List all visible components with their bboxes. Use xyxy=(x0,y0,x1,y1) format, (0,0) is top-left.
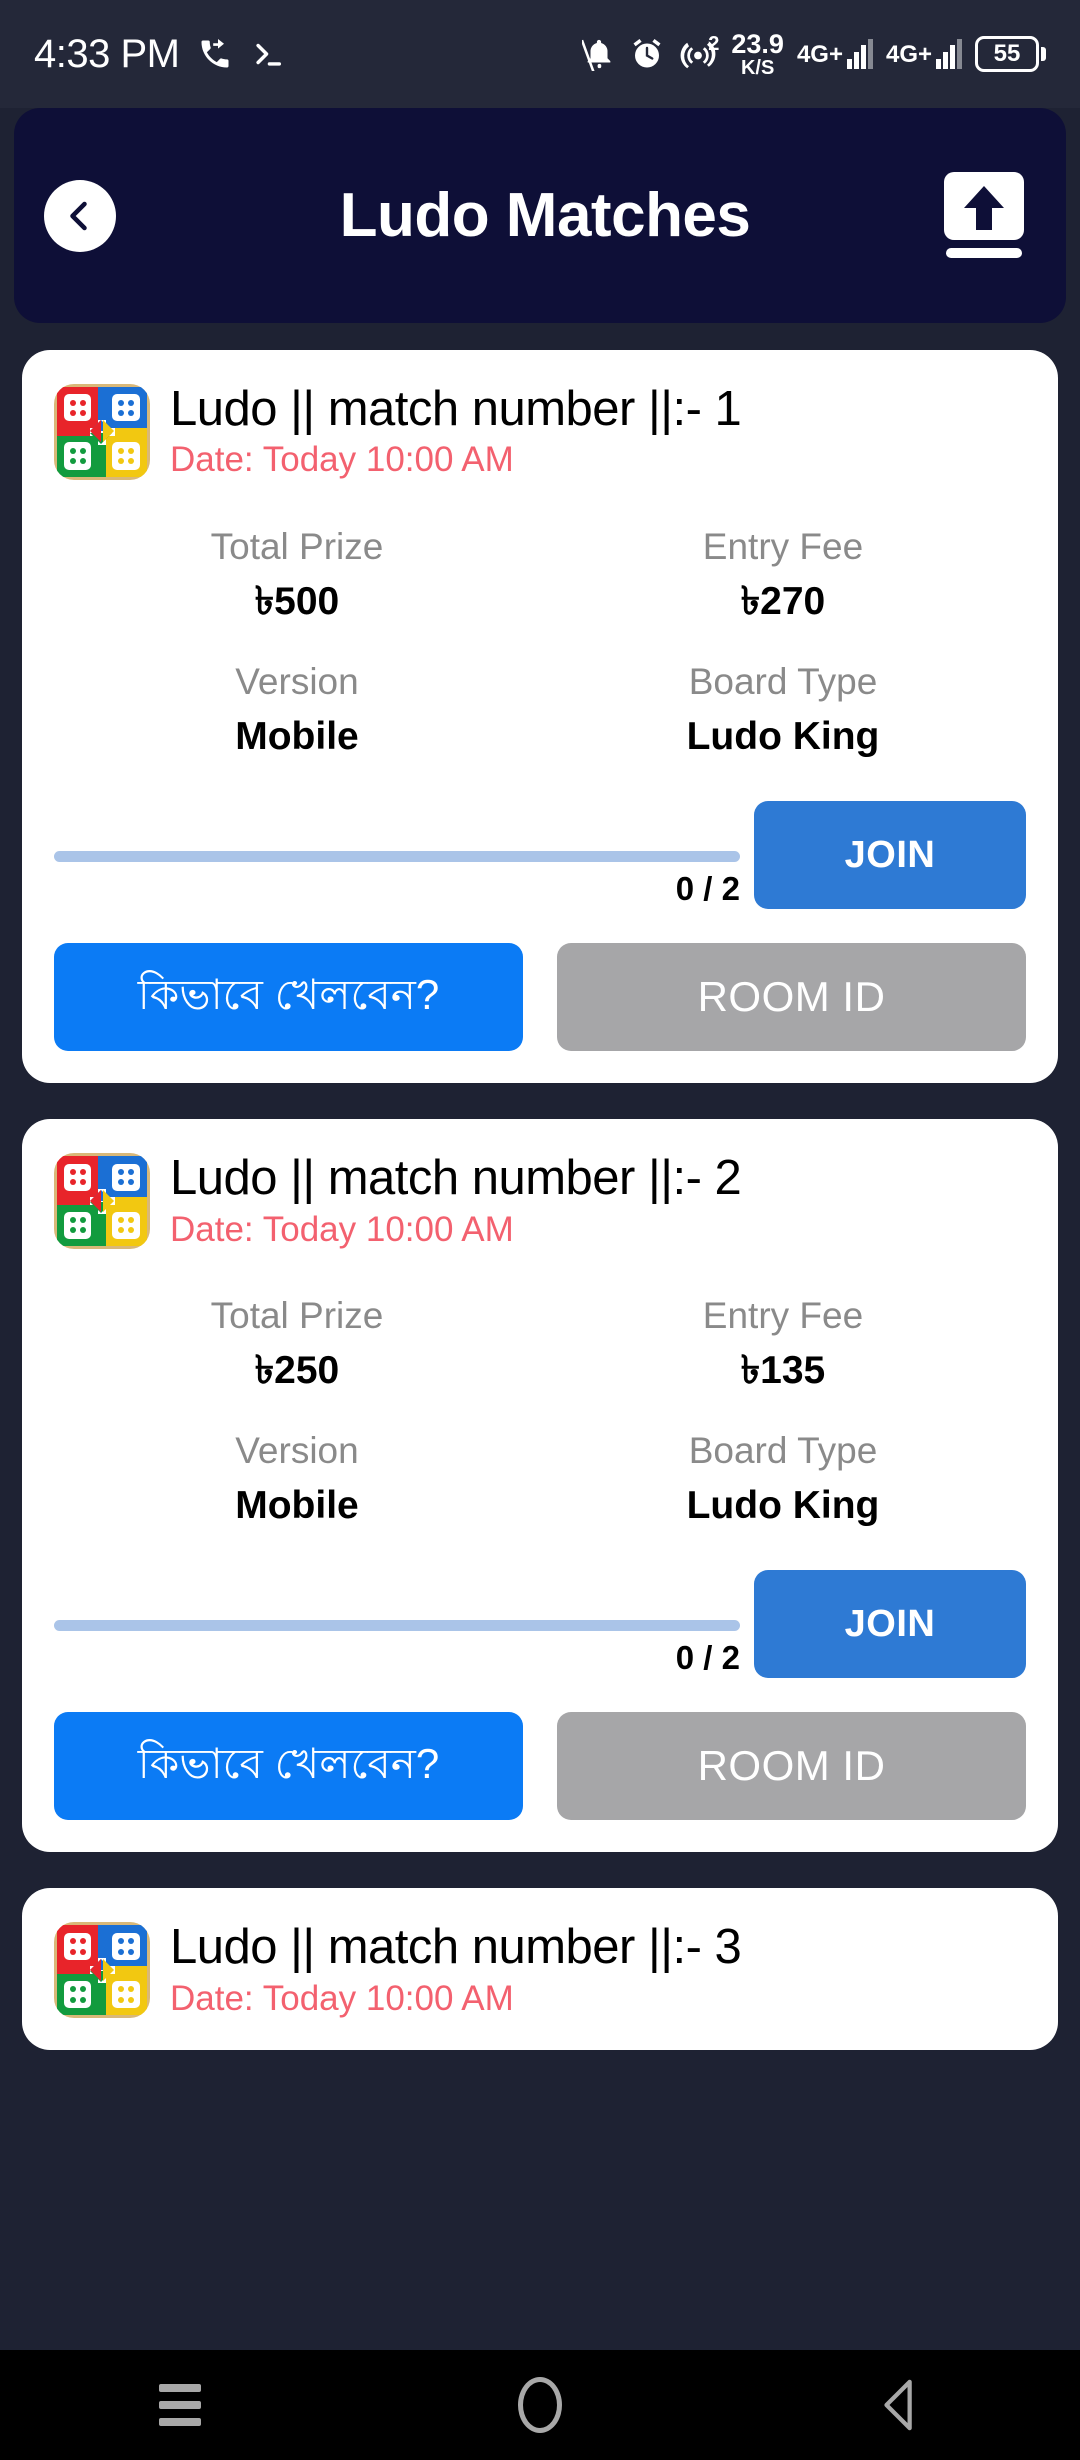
ludo-board-icon xyxy=(54,1153,150,1250)
match-title: Ludo || match number ||:- 3 xyxy=(170,1920,742,1975)
match-card-header: Ludo || match number ||:- 2 Date: Today … xyxy=(54,1151,1026,1250)
join-button[interactable]: JOIN xyxy=(754,1570,1026,1679)
entry-fee-label: Entry Fee xyxy=(702,1295,864,1337)
slot-progress-track xyxy=(54,1620,740,1632)
upload-icon xyxy=(944,171,1024,258)
match-date: Date: Today 10:00 AM xyxy=(170,1978,514,2018)
match-date: Date: Today 10:00 AM xyxy=(170,440,514,480)
nav-home-button[interactable] xyxy=(480,2350,600,2460)
network-speed: 23.9 K/S xyxy=(731,28,784,79)
page-title: Ludo Matches xyxy=(339,181,751,250)
upload-button[interactable] xyxy=(940,170,1028,262)
total-prize-value: ৳250 xyxy=(254,1349,340,1393)
circle-icon xyxy=(518,2377,562,2433)
status-bar-left: 4:33 PM xyxy=(34,32,285,77)
total-prize-label: Total Prize xyxy=(210,1295,384,1337)
match-card-header: Ludo || match number ||:- 1 Date: Today … xyxy=(54,382,1026,480)
how-to-play-button[interactable]: কিভাবে খেলবেন? xyxy=(54,943,523,1052)
call-forward-icon xyxy=(201,39,229,68)
version-label: Version xyxy=(235,660,359,702)
nav-recents-button[interactable] xyxy=(120,2350,240,2460)
ludo-board-icon xyxy=(54,1922,150,2019)
chevron-left-icon xyxy=(70,201,87,230)
entry-fee-label: Entry Fee xyxy=(702,526,864,567)
match-progress-row: 0 / 2 JOIN xyxy=(54,801,1026,910)
slot-progress-track xyxy=(54,851,740,863)
battery-indicator: 55 xyxy=(975,36,1046,72)
sim2-network-label: 4G+ xyxy=(885,41,932,68)
battery-cap xyxy=(1041,47,1046,61)
match-action-row: কিভাবে খেলবেন? ROOM ID xyxy=(54,1712,1026,1821)
board-type-label: Board Type xyxy=(688,1429,878,1471)
phone-screen: 4:33 PM 2 23.9 K/S 4G+ 4G+ 55 Ludo Match… xyxy=(0,0,1080,2460)
menu-icon xyxy=(159,2384,201,2426)
back-button[interactable] xyxy=(44,179,116,252)
signal-sim2: 4G+ xyxy=(886,39,962,69)
bell-off-icon xyxy=(582,39,611,71)
match-action-row: কিভাবে খেলবেন? ROOM ID xyxy=(54,943,1026,1052)
terminal-icon xyxy=(256,43,282,66)
hotspot-badge: 2 xyxy=(708,33,720,55)
join-button[interactable]: JOIN xyxy=(754,801,1026,910)
slot-progress: 0 / 2 xyxy=(54,851,754,909)
match-progress-row: 0 / 2 JOIN xyxy=(54,1570,1026,1679)
network-speed-unit: K/S xyxy=(740,56,775,79)
status-bar-right: 2 23.9 K/S 4G+ 4G+ 55 xyxy=(582,28,1046,79)
board-type-label: Board Type xyxy=(688,660,878,702)
sim1-network-label: 4G+ xyxy=(796,41,843,68)
triangle-back-icon xyxy=(884,2379,912,2431)
status-bar: 4:33 PM 2 23.9 K/S 4G+ 4G+ 55 xyxy=(0,0,1080,108)
match-stats: Total Prize Entry Fee ৳250 ৳135 Version … xyxy=(54,1291,1026,1532)
match-card-header: Ludo || match number ||:- 3 Date: Today … xyxy=(54,1920,1026,2019)
match-list[interactable]: Ludo || match number ||:- 1 Date: Today … xyxy=(0,350,1080,2360)
total-prize-value: ৳500 xyxy=(254,579,340,623)
total-prize-label: Total Prize xyxy=(210,526,384,567)
slot-count: 0 / 2 xyxy=(675,1639,740,1677)
status-bar-clock: 4:33 PM xyxy=(34,31,180,76)
match-stats: Total Prize Entry Fee ৳500 ৳270 Version … xyxy=(54,522,1026,763)
match-title: Ludo || match number ||:- 1 xyxy=(170,382,742,437)
app-bar: Ludo Matches xyxy=(14,108,1066,323)
entry-fee-value: ৳270 xyxy=(740,579,826,623)
version-value: Mobile xyxy=(235,1483,359,1527)
slot-progress: 0 / 2 xyxy=(54,1620,754,1678)
signal-sim1: 4G+ xyxy=(797,39,873,69)
hotspot-icon-wrap: 2 xyxy=(678,33,720,72)
match-title: Ludo || match number ||:- 2 xyxy=(170,1151,742,1206)
sim2-signal-bars xyxy=(936,39,962,69)
sim1-signal-bars xyxy=(846,39,873,69)
match-card[interactable]: Ludo || match number ||:- 2 Date: Today … xyxy=(22,1119,1058,1853)
board-type-value: Ludo King xyxy=(686,1483,880,1527)
version-label: Version xyxy=(235,1429,359,1471)
match-card-titles: Ludo || match number ||:- 3 Date: Today … xyxy=(170,1920,1026,2018)
board-type-value: Ludo King xyxy=(686,714,880,758)
system-nav-bar xyxy=(0,2350,1080,2460)
match-card[interactable]: Ludo || match number ||:- 3 Date: Today … xyxy=(22,1888,1058,2051)
room-id-button[interactable]: ROOM ID xyxy=(557,1712,1026,1821)
alarm-icon xyxy=(633,39,661,68)
entry-fee-value: ৳135 xyxy=(740,1349,826,1393)
match-card[interactable]: Ludo || match number ||:- 1 Date: Today … xyxy=(22,350,1058,1084)
match-card-titles: Ludo || match number ||:- 1 Date: Today … xyxy=(170,382,1026,480)
network-speed-value: 23.9 xyxy=(731,28,784,59)
room-id-button[interactable]: ROOM ID xyxy=(557,943,1026,1052)
nav-back-button[interactable] xyxy=(840,2350,960,2460)
how-to-play-button[interactable]: কিভাবে খেলবেন? xyxy=(54,1712,523,1821)
match-card-titles: Ludo || match number ||:- 2 Date: Today … xyxy=(170,1151,1026,1249)
match-date: Date: Today 10:00 AM xyxy=(170,1209,514,1249)
ludo-board-icon xyxy=(54,384,150,480)
battery-level: 55 xyxy=(975,36,1039,72)
version-value: Mobile xyxy=(235,714,359,758)
slot-count: 0 / 2 xyxy=(675,870,740,908)
